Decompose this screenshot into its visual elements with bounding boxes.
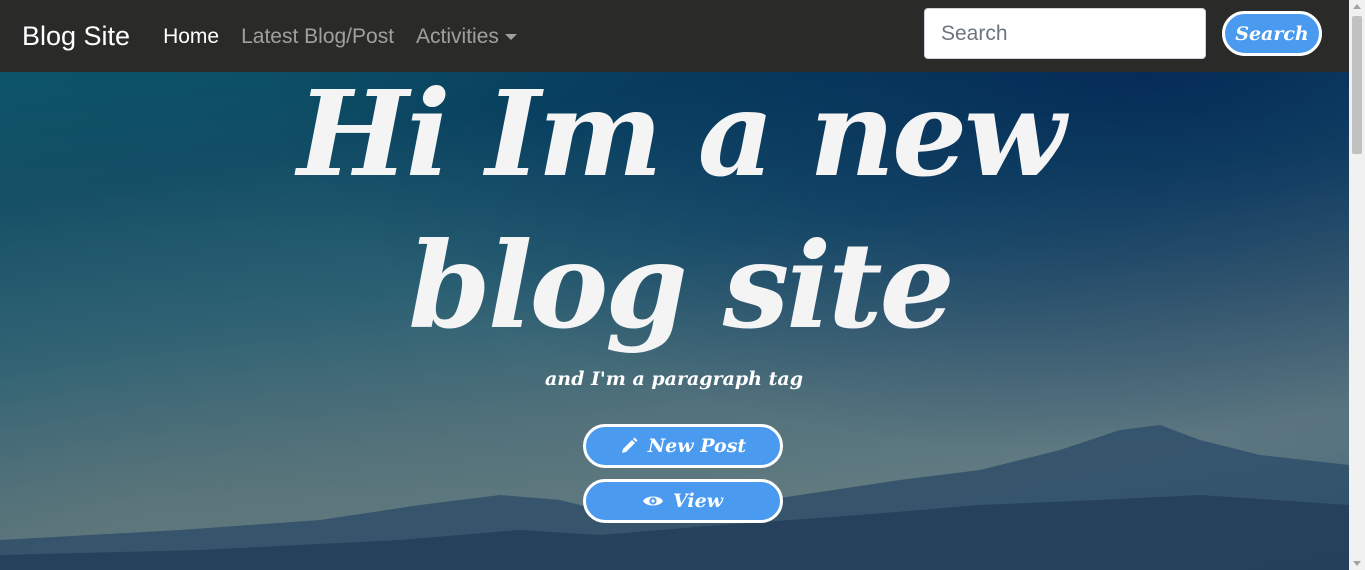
nav-link-latest-blog-label: Latest Blog/Post bbox=[241, 24, 395, 48]
new-post-button[interactable]: New Post bbox=[583, 424, 783, 468]
brand-link[interactable]: Blog Site bbox=[22, 22, 130, 50]
vertical-scrollbar[interactable] bbox=[1349, 0, 1365, 570]
nav-link-home-label: Home bbox=[163, 24, 220, 48]
search-form bbox=[924, 8, 1206, 59]
hero-subtitle: and I'm a paragraph tag bbox=[545, 368, 803, 390]
hero-headline-line2: blog site bbox=[408, 216, 954, 355]
new-post-label: New Post bbox=[647, 435, 747, 457]
pencil-icon bbox=[621, 437, 638, 453]
eye-icon bbox=[642, 496, 663, 506]
search-input[interactable] bbox=[924, 8, 1206, 59]
hero-headline: Hi Im a new blog site bbox=[280, 58, 1080, 362]
hero-headline-line1: Hi Im a new bbox=[297, 64, 1066, 203]
nav-dropdown-activities[interactable]: Activities bbox=[416, 26, 517, 47]
scrollbar-thumb[interactable] bbox=[1352, 16, 1362, 154]
view-label: View bbox=[672, 490, 724, 512]
nav-dropdown-activities-label: Activities bbox=[416, 24, 499, 48]
nav-link-home[interactable]: Home bbox=[163, 26, 219, 47]
scroll-up-arrow-icon[interactable] bbox=[1353, 4, 1361, 9]
caret-down-icon bbox=[504, 34, 517, 40]
search-button[interactable]: Search bbox=[1222, 11, 1322, 56]
nav-link-latest-blog[interactable]: Latest Blog/Post bbox=[241, 26, 394, 47]
hero-section: Hi Im a new blog site and I'm a paragrap… bbox=[0, 0, 1349, 570]
view-button[interactable]: View bbox=[583, 479, 783, 523]
scroll-down-arrow-icon[interactable] bbox=[1353, 561, 1361, 566]
